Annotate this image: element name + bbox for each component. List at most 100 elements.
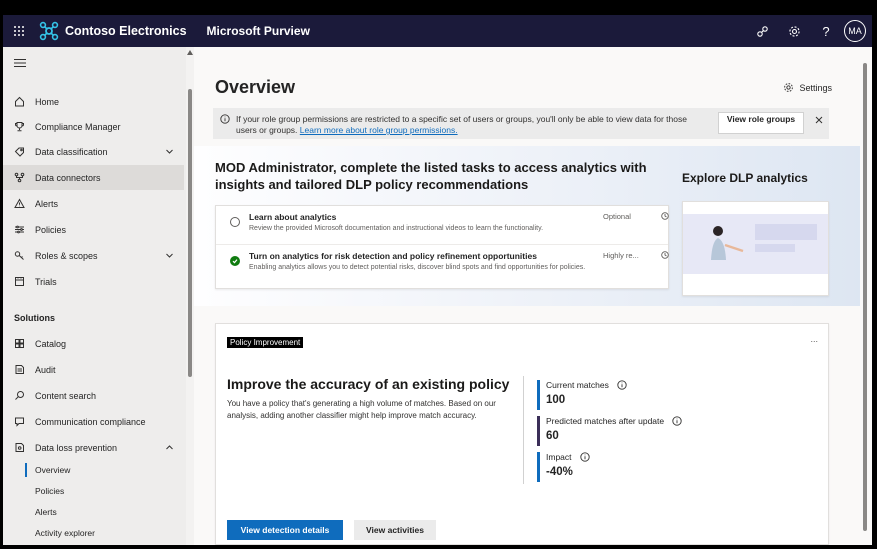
subnav-label: Policies (35, 486, 65, 496)
nav-label: Content search (35, 390, 97, 401)
policy-description: You have a policy that's generating a hi… (227, 399, 496, 420)
metric-label-text: Impact (546, 452, 572, 462)
nav-label: Audit (35, 364, 56, 375)
hamburger-menu-icon[interactable] (13, 56, 27, 70)
task-item[interactable]: Learn about analytics Review the provide… (216, 206, 669, 244)
nav-label: Alerts (35, 198, 59, 209)
connector-icon (13, 172, 25, 184)
subnav-label: Overview (35, 465, 71, 475)
view-detection-details-button[interactable]: View detection details (227, 520, 343, 540)
task-list: Learn about analytics Review the provide… (215, 205, 669, 289)
metric-value: 100 (546, 394, 566, 406)
info-icon[interactable] (617, 380, 627, 390)
explore-dlp-card[interactable] (682, 201, 829, 296)
more-options-icon[interactable]: ... (810, 334, 818, 344)
nav-label: Data classification (35, 146, 108, 157)
brand[interactable]: Contoso Electronics (39, 21, 187, 41)
sidebar-scroll-thumb[interactable] (188, 89, 192, 377)
settings-gear-icon (784, 83, 794, 92)
view-activities-button[interactable]: View activities (354, 520, 436, 540)
info-icon[interactable] (672, 416, 682, 426)
nav-content-search[interactable]: Content search (3, 383, 184, 408)
view-role-groups-button[interactable]: View role groups (718, 112, 804, 134)
app-launcher-icon[interactable] (3, 15, 35, 47)
dlp-icon (13, 442, 25, 454)
trophy-icon (13, 121, 25, 133)
nav-label: Catalog (35, 338, 67, 349)
hero-title: MOD Administrator, complete the listed t… (215, 160, 647, 192)
chevron-down-icon[interactable] (165, 147, 174, 156)
metric-accent-bar (537, 380, 540, 410)
subnav-label: Alerts (35, 507, 57, 517)
nav-label: Compliance Manager (35, 121, 121, 132)
nav-home[interactable]: Home (3, 89, 184, 114)
divider (523, 376, 524, 484)
nav-trials[interactable]: Trials (3, 269, 184, 294)
clock-icon (661, 251, 669, 259)
metric-impact: Impact -40% (537, 452, 590, 482)
main-scroll-thumb[interactable] (863, 63, 867, 531)
solutions-heading: Solutions (14, 313, 55, 323)
alert-icon (13, 198, 25, 210)
subnav-policies[interactable]: Policies (25, 482, 64, 500)
policy-improvement-tag: Policy Improvement (227, 337, 304, 348)
clock-icon (661, 212, 669, 220)
catalog-icon (13, 338, 25, 350)
metric-label: Impact (546, 452, 590, 462)
task-tag: Optional (603, 212, 631, 221)
subnav-activity-explorer[interactable]: Activity explorer (25, 524, 95, 542)
presenter-illustration (683, 214, 828, 274)
nav-label: Roles & scopes (35, 250, 98, 261)
task-item[interactable]: Turn on analytics for risk detection and… (216, 244, 669, 282)
audit-icon (13, 364, 25, 376)
page-title: Overview (215, 77, 296, 97)
nav-catalog[interactable]: Catalog (3, 331, 184, 356)
policy-title: Improve the accuracy of an existing poli… (227, 376, 510, 392)
help-icon[interactable]: ? (810, 15, 842, 47)
tag-icon (13, 146, 25, 158)
close-icon[interactable] (815, 116, 823, 124)
analytics-hero: MOD Administrator, complete the listed t… (194, 146, 862, 306)
brand-name: Contoso Electronics (65, 24, 187, 38)
left-nav: Home Compliance Manager Data classificat… (3, 47, 186, 545)
settings-gear-icon[interactable] (778, 15, 810, 47)
connections-icon[interactable] (746, 15, 778, 47)
nav-data-connectors[interactable]: Data connectors (3, 165, 184, 190)
nav-data-loss-prevention[interactable]: Data loss prevention (3, 435, 184, 460)
nav-data-classification[interactable]: Data classification (3, 139, 184, 164)
chevron-down-icon[interactable] (165, 251, 174, 260)
policies-icon (13, 224, 25, 236)
nav-policies[interactable]: Policies (3, 217, 184, 242)
nav-roles-scopes[interactable]: Roles & scopes (3, 243, 184, 268)
task-title: Turn on analytics for risk detection and… (249, 251, 537, 261)
role-group-permissions-link[interactable]: Learn more about role group permissions. (300, 125, 458, 135)
nav-audit[interactable]: Audit (3, 357, 184, 382)
nav-label: Data loss prevention (35, 442, 118, 453)
nav-compliance-manager[interactable]: Compliance Manager (3, 114, 184, 139)
nav-label: Policies (35, 224, 67, 235)
explore-title: Explore DLP analytics (682, 171, 808, 185)
sidebar-scrollbar[interactable] (186, 47, 194, 545)
home-icon (13, 96, 25, 108)
nav-label: Communication compliance (35, 416, 146, 427)
metric-label-text: Predicted matches after update (546, 416, 665, 426)
contoso-logo-icon (39, 21, 59, 41)
metric-accent-bar (537, 452, 540, 482)
scroll-up-arrow-icon[interactable] (187, 50, 193, 55)
task-description: Review the provided Microsoft documentat… (249, 225, 544, 232)
chat-icon (13, 416, 25, 428)
metric-value: -40% (546, 466, 573, 478)
avatar[interactable]: MA (844, 20, 866, 42)
main-content: Overview Settings If your role group per… (194, 47, 862, 545)
main-scrollbar[interactable] (860, 47, 872, 545)
settings-link[interactable]: Settings (783, 82, 832, 93)
chevron-up-icon[interactable] (165, 443, 174, 452)
nav-alerts[interactable]: Alerts (3, 191, 184, 216)
subnav-alerts[interactable]: Alerts (25, 503, 57, 521)
info-icon[interactable] (579, 452, 590, 462)
product-name[interactable]: Microsoft Purview (207, 24, 310, 38)
task-status-icon (230, 217, 240, 227)
permissions-banner: If your role group permissions are restr… (213, 108, 829, 139)
subnav-overview[interactable]: Overview (25, 461, 70, 479)
nav-communication-compliance[interactable]: Communication compliance (3, 409, 184, 434)
